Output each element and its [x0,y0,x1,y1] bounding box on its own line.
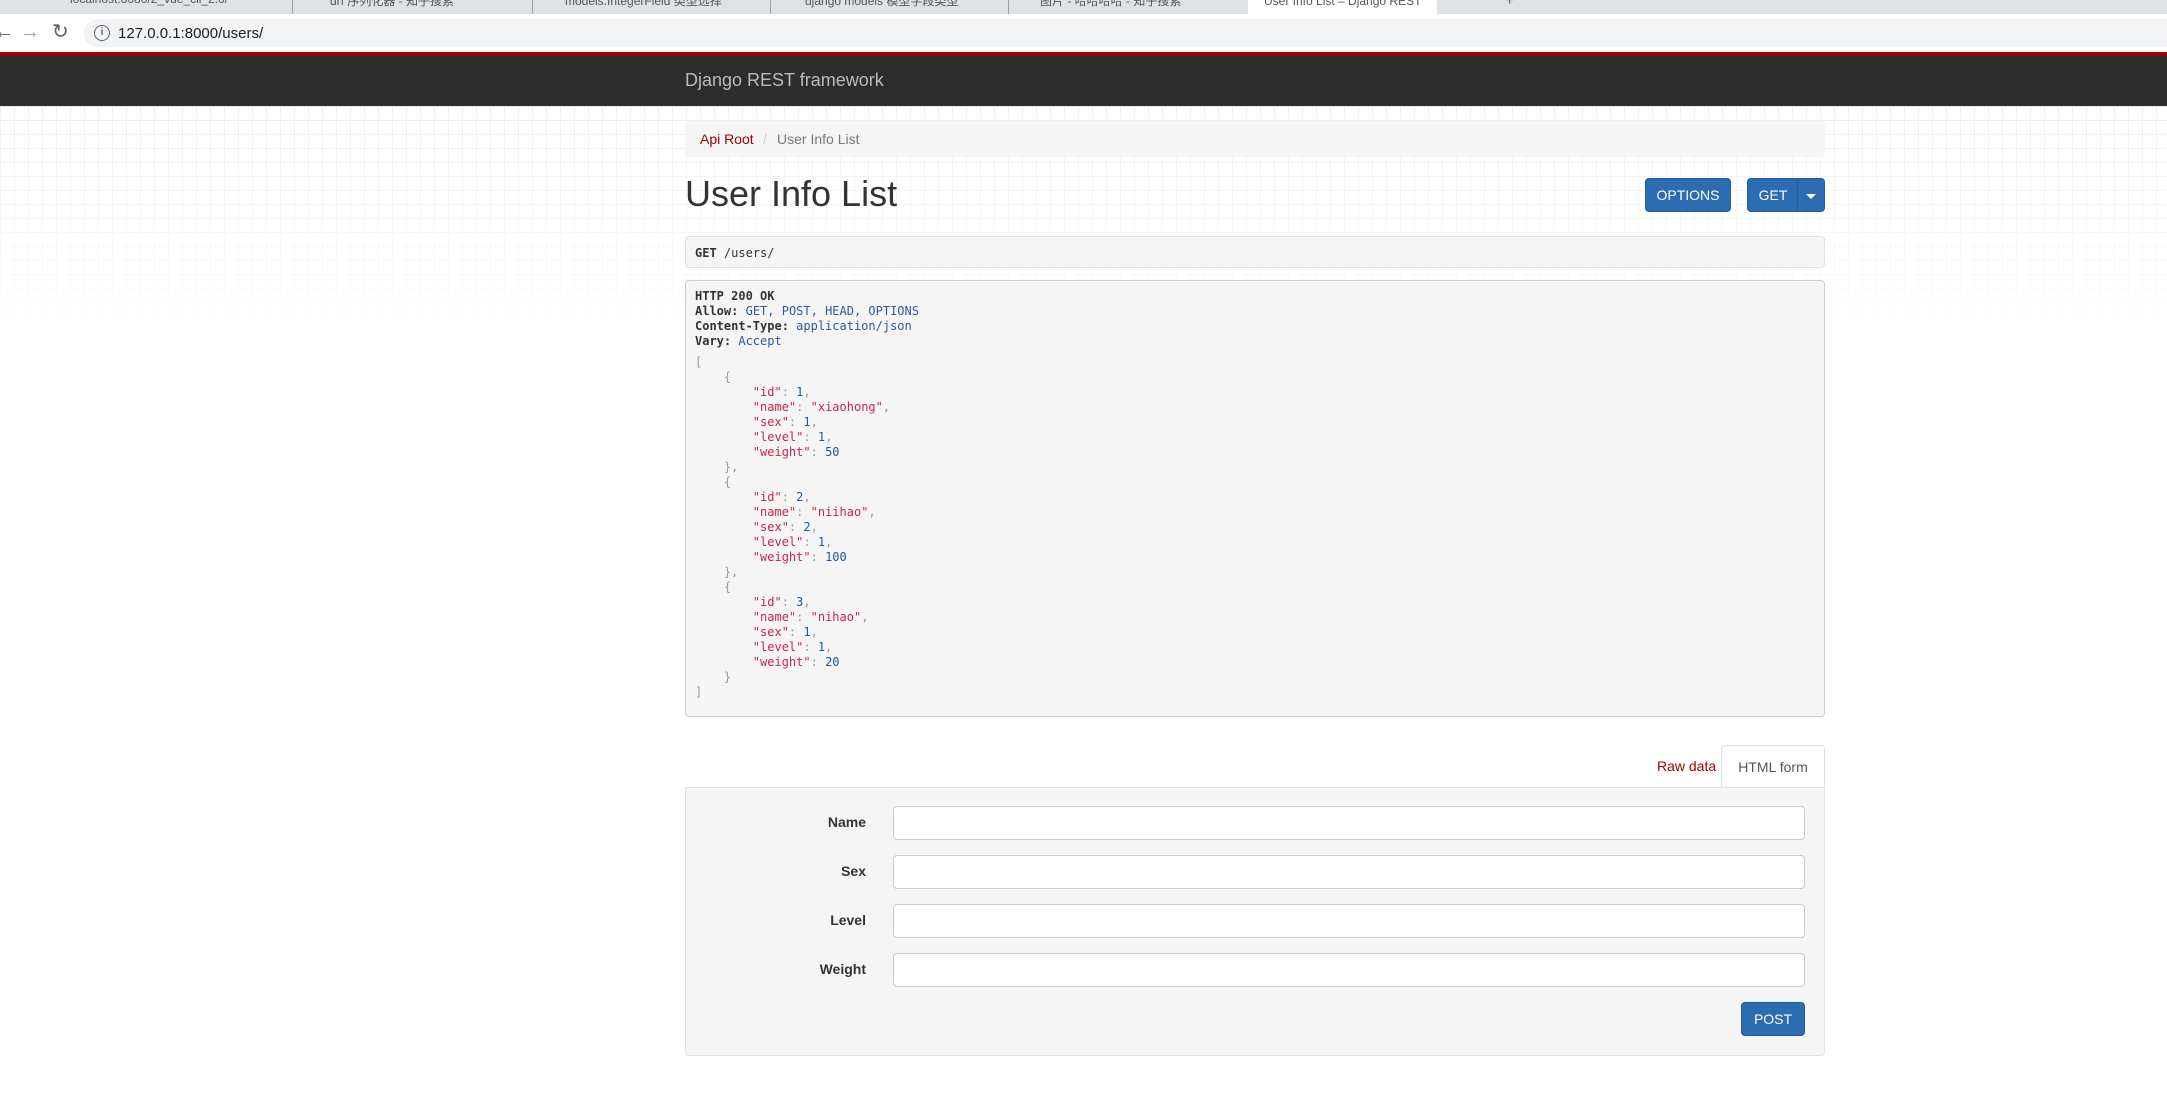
response-body: [ { "id": 1, "name": "xiaohong", "sex": … [695,355,891,699]
record-weight: 50 [825,445,840,459]
header-value: Accept [738,334,782,348]
navbar: Django REST framework [0,56,2167,106]
name-input[interactable] [893,806,1805,840]
forward-icon[interactable]: → [20,20,40,44]
tab-raw-data[interactable]: Raw data [1645,745,1728,787]
record-sex: 2 [803,520,811,534]
header-value: GET, POST, HEAD, OPTIONS [745,304,919,318]
header-name: Content-Type: [695,319,789,333]
request-path: /users/ [723,246,775,260]
url-text[interactable]: 127.0.0.1:8000/users/ [118,25,263,42]
record-name: "nihao" [810,610,862,624]
record-level: 1 [817,535,826,549]
record-name: "xiaohong" [810,400,883,414]
breadcrumb: Api Root / User Info List [685,121,1825,157]
level-input[interactable] [893,904,1805,938]
browser-tab[interactable]: models.IntegerField 类型选择 [565,0,722,12]
weight-label: Weight [819,961,866,977]
header-value: application/json [796,319,912,333]
weight-input[interactable] [893,953,1805,987]
browser-toolbar: ← → ↻ i 127.0.0.1:8000/users/ [0,14,2167,53]
site-info-icon[interactable]: i [94,25,110,41]
header-name: Vary: [695,334,732,348]
get-format-dropdown-button[interactable] [1797,178,1825,212]
tab-separator [532,0,533,14]
address-bar[interactable]: i 127.0.0.1:8000/users/ [84,19,2167,47]
browser-tab[interactable]: 图片 - 哈哈哈哈 - 知乎搜索 [1040,0,1181,12]
tab-html-form[interactable]: HTML form [1721,745,1825,787]
sex-label: Sex [841,863,866,879]
breadcrumb-separator: / [763,131,767,147]
level-label: Level [830,912,866,928]
caret-down-icon [1806,193,1816,199]
tab-separator [292,0,293,14]
record-level: 1 [817,640,826,654]
record-level: 1 [817,430,826,444]
request-info: GET /users/ [685,236,1825,268]
new-tab-button[interactable]: + [1505,0,1514,12]
reload-icon[interactable]: ↻ [52,20,69,44]
tab-separator [1008,0,1009,14]
breadcrumb-api-root[interactable]: Api Root [700,121,754,157]
browser-tab-active[interactable]: User Info List – Django REST [1248,0,1438,14]
post-form: Name Sex Level Weight [685,787,1825,1056]
response-headers: HTTP 200 OK Allow: GET, POST, HEAD, OPTI… [695,289,1815,349]
browser-tab[interactable]: drf 序列化器 - 知乎搜索 [330,0,454,12]
request-method: GET [695,246,717,260]
content-type-tabs: Raw data HTML form [685,745,1825,788]
record-weight: 20 [825,655,840,669]
navbar-brand[interactable]: Django REST framework [685,70,884,91]
header-name: Allow: [695,304,739,318]
record-weight: 100 [825,550,847,564]
record-sex: 1 [803,415,811,429]
tab-separator [770,0,771,14]
name-label: Name [827,814,866,830]
back-icon[interactable]: ← [0,20,14,44]
browser-tabstrip: localhost:8080/2_vue_cli_2.0/ drf 序列化器 -… [0,0,2167,14]
breadcrumb-current: User Info List [777,131,860,147]
response-info: HTTP 200 OK Allow: GET, POST, HEAD, OPTI… [685,280,1825,717]
post-button[interactable]: POST [1741,1002,1805,1036]
page-title: User Info List [685,173,898,214]
sex-input[interactable] [893,855,1805,889]
browser-tab[interactable]: django models 模型字段类型 [805,0,958,12]
response-status: HTTP 200 OK [695,289,775,303]
record-sex: 1 [803,625,811,639]
browser-tab[interactable]: localhost:8080/2_vue_cli_2.0/ [70,0,228,12]
record-name: "niihao" [810,505,869,519]
options-button[interactable]: OPTIONS [1645,178,1731,212]
get-button[interactable]: GET [1747,178,1799,212]
